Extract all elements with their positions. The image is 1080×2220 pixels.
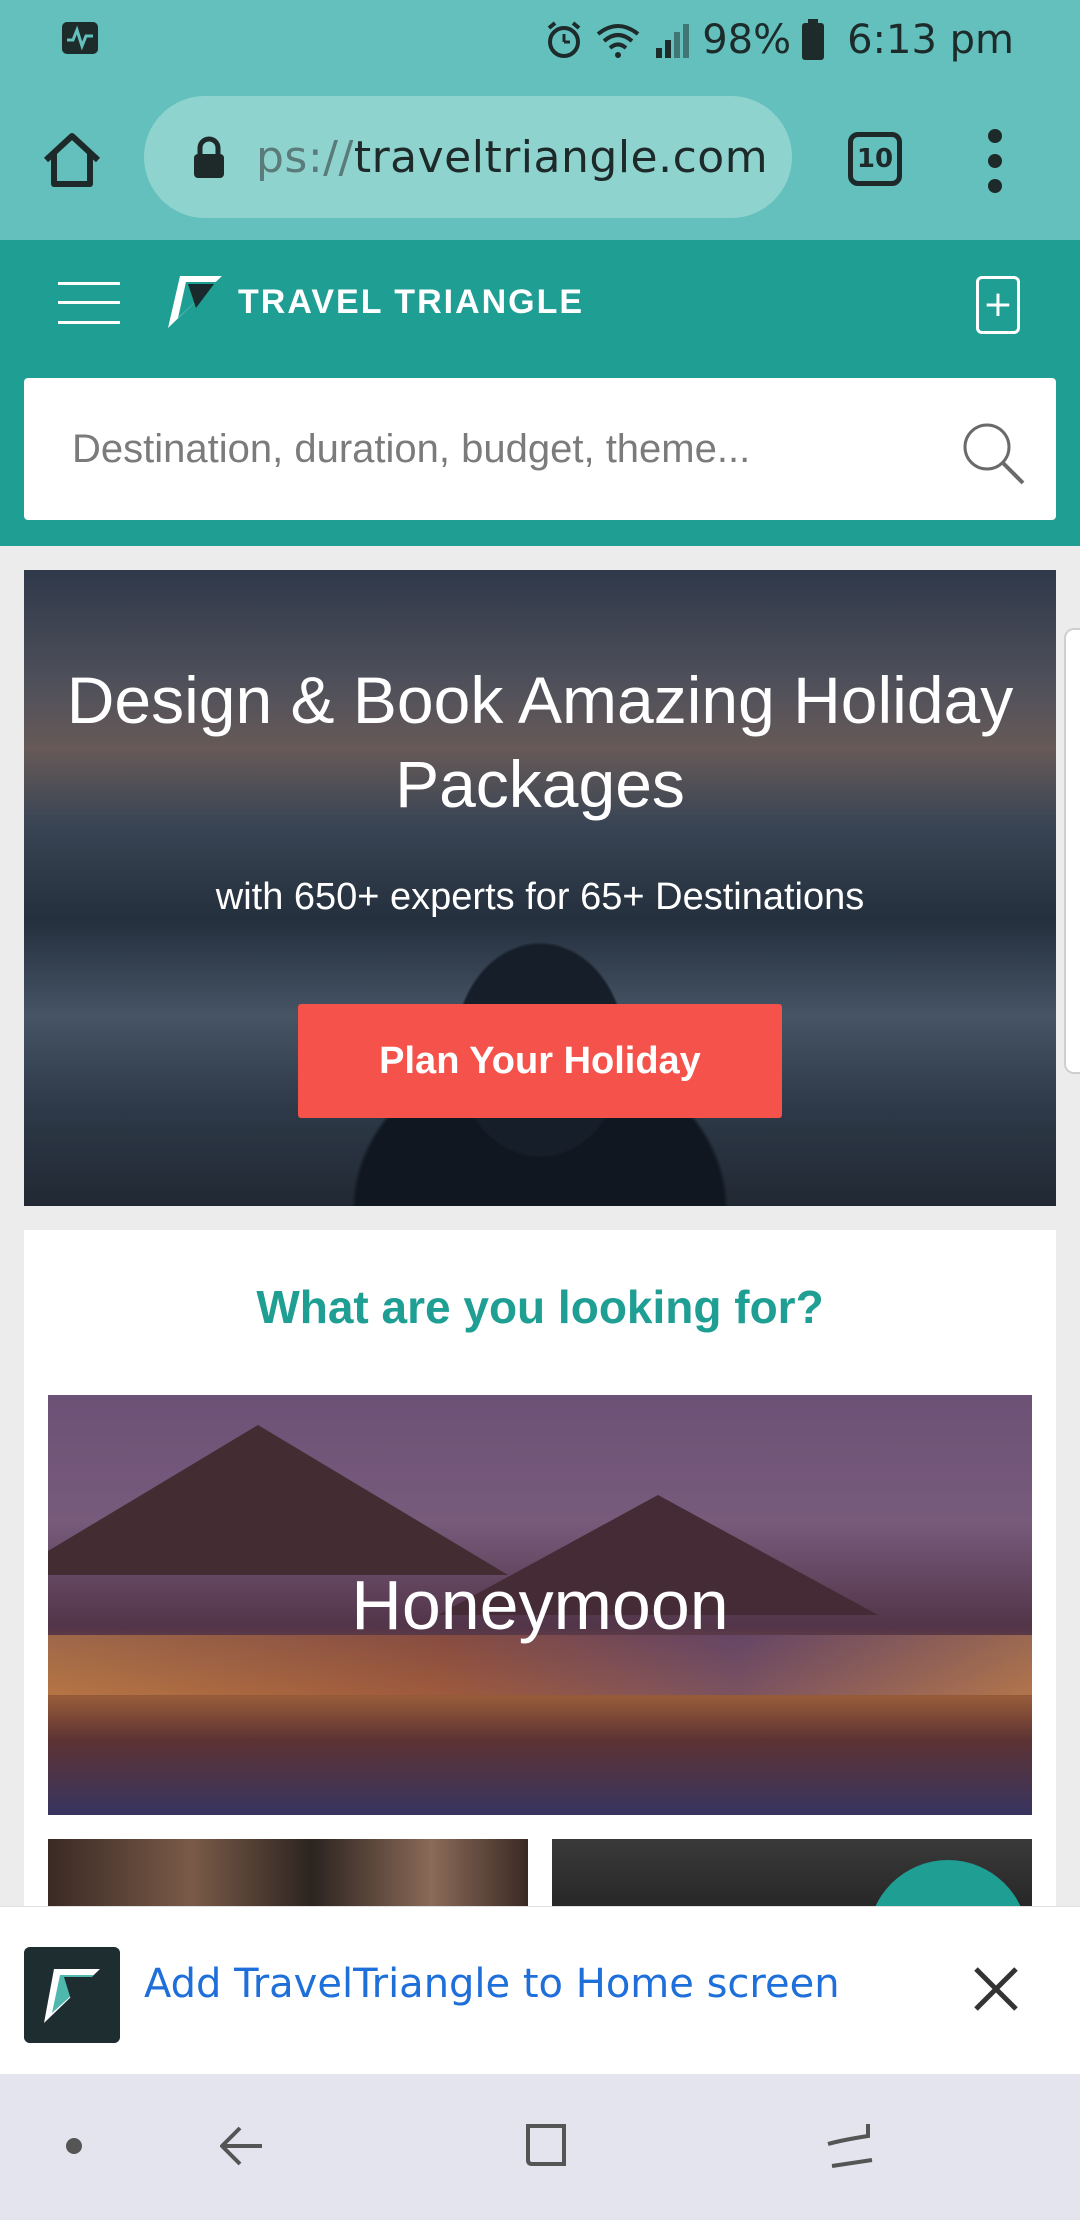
plan-your-holiday-button[interactable]: Plan Your Holiday	[298, 1004, 782, 1118]
site-logo[interactable]: TRAVEL TRIANGLE	[166, 274, 584, 330]
close-icon[interactable]	[970, 1963, 1022, 2015]
section-title: What are you looking for?	[256, 1281, 824, 1333]
hamburger-menu-icon[interactable]	[58, 280, 120, 326]
overflow-menu-icon[interactable]	[980, 126, 1010, 196]
site-header: TRAVEL TRIANGLE +	[0, 240, 1080, 546]
status-bar: 98% 6:13 pm	[0, 0, 1080, 80]
alarm-icon	[547, 21, 581, 58]
home-nav-icon[interactable]	[514, 2114, 578, 2178]
clock: 6:13 pm	[847, 17, 1014, 63]
add-to-home-screen-banner[interactable]: Add TravelTriangle to Home screen	[0, 1906, 1080, 2074]
search-input[interactable]	[72, 378, 932, 520]
tab-switcher-button[interactable]: 10	[848, 132, 902, 186]
add-button[interactable]: +	[976, 276, 1020, 334]
home-icon[interactable]	[40, 128, 104, 192]
app-icon	[24, 1947, 120, 2043]
activity-icon	[62, 22, 98, 54]
battery-percent: 98%	[702, 17, 792, 63]
card-label: Honeymoon	[351, 1566, 729, 1644]
hero-banner: Design & Book Amazing Holiday Packages w…	[24, 570, 1056, 1206]
looking-for-section: What are you looking for? Honeymoon	[24, 1230, 1056, 1939]
back-icon[interactable]	[212, 2114, 276, 2178]
side-drawer-handle[interactable]	[1064, 628, 1080, 1074]
add-to-home-text[interactable]: Add TravelTriangle to Home screen	[144, 1961, 840, 2007]
system-nav-bar	[0, 2074, 1080, 2220]
lock-icon	[194, 136, 224, 178]
url-text: ps://traveltriangle.com	[256, 131, 769, 183]
search-icon[interactable]	[960, 420, 1026, 486]
logo-text: TRAVEL TRIANGLE	[238, 282, 585, 321]
hero-title: Design & Book Amazing Holiday Packages	[66, 663, 1014, 821]
signal-icon	[656, 24, 690, 58]
honeymoon-card[interactable]: Honeymoon	[48, 1395, 1032, 1815]
logo-triangle-icon	[168, 276, 222, 328]
battery-icon	[802, 19, 825, 60]
dot-icon[interactable]	[48, 2114, 112, 2178]
recents-icon[interactable]	[818, 2114, 882, 2178]
search-box	[24, 378, 1056, 520]
browser-toolbar: ps://traveltriangle.com 10	[0, 80, 1080, 240]
address-bar[interactable]: ps://traveltriangle.com	[144, 96, 792, 218]
wifi-icon	[596, 24, 640, 58]
hero-subtitle: with 650+ experts for 65+ Destinations	[215, 876, 865, 918]
status-icons: 98% 6:13 pm	[544, 12, 1014, 68]
